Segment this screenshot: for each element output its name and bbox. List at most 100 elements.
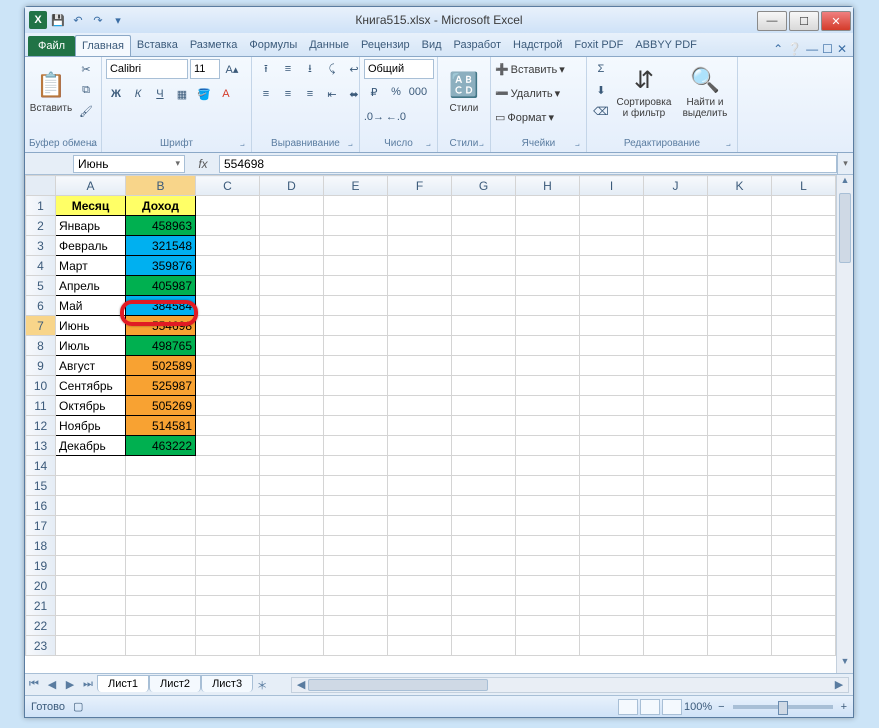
row-header-2[interactable]: 2: [26, 216, 56, 236]
orientation-icon[interactable]: ⤹: [322, 59, 342, 79]
row-header-5[interactable]: 5: [26, 276, 56, 296]
doc-minimize-icon[interactable]: —: [806, 42, 818, 56]
decrease-decimal-icon[interactable]: ←.0: [386, 107, 406, 127]
align-center-icon[interactable]: ≡: [278, 84, 298, 104]
row-header-19[interactable]: 19: [26, 556, 56, 576]
number-format-select[interactable]: [364, 59, 434, 79]
vertical-scrollbar[interactable]: ▲ ▼: [836, 175, 853, 673]
row-header-16[interactable]: 16: [26, 496, 56, 516]
col-header-B[interactable]: B: [126, 176, 196, 196]
vscroll-thumb[interactable]: [839, 193, 851, 263]
name-box[interactable]: Июнь: [73, 155, 185, 173]
decrease-indent-icon[interactable]: ⇤: [322, 84, 342, 104]
scroll-down-icon[interactable]: ▼: [837, 656, 853, 673]
zoom-in-icon[interactable]: +: [841, 701, 847, 713]
row-header-13[interactable]: 13: [26, 436, 56, 456]
cell-B12[interactable]: 514581: [126, 416, 196, 436]
cell-A11[interactable]: Октябрь: [56, 396, 126, 416]
align-bottom-icon[interactable]: ⭳: [300, 59, 320, 79]
row-header-21[interactable]: 21: [26, 596, 56, 616]
redo-icon[interactable]: ↷: [89, 11, 107, 29]
font-size-select[interactable]: [190, 59, 220, 79]
ribbon-tab-разметка[interactable]: Разметка: [184, 35, 244, 56]
col-header-I[interactable]: I: [580, 176, 644, 196]
sheet-nav-prev-icon[interactable]: ◀: [43, 678, 61, 691]
cell-A1[interactable]: Месяц: [56, 196, 126, 216]
align-middle-icon[interactable]: ≡: [278, 59, 298, 79]
formula-input[interactable]: 554698: [219, 155, 837, 173]
zoom-out-icon[interactable]: −: [718, 701, 724, 713]
fill-color-icon[interactable]: 🪣: [194, 84, 214, 104]
copy-icon[interactable]: ⧉: [76, 80, 96, 100]
autosum-icon[interactable]: Σ: [591, 59, 611, 79]
row-header-4[interactable]: 4: [26, 256, 56, 276]
sheet-nav-last-icon[interactable]: ⏭: [79, 678, 97, 691]
increase-decimal-icon[interactable]: .0→: [364, 107, 384, 127]
row-header-14[interactable]: 14: [26, 456, 56, 476]
worksheet-area[interactable]: ABCDEFGHIJKL1МесяцДоход2Январь4589633Фев…: [25, 175, 853, 673]
ribbon-tab-вид[interactable]: Вид: [416, 35, 448, 56]
qat-more-icon[interactable]: ▾: [109, 11, 127, 29]
cell-B5[interactable]: 405987: [126, 276, 196, 296]
row-header-3[interactable]: 3: [26, 236, 56, 256]
cell-A5[interactable]: Апрель: [56, 276, 126, 296]
ribbon-minimize-icon[interactable]: ⌃: [773, 42, 783, 56]
cell-A12[interactable]: Ноябрь: [56, 416, 126, 436]
save-icon[interactable]: 💾: [49, 11, 67, 29]
select-all-cell[interactable]: [26, 176, 56, 196]
ribbon-tab-вставка[interactable]: Вставка: [131, 35, 184, 56]
align-top-icon[interactable]: ⭱: [256, 59, 276, 79]
ribbon-tab-abbyy pdf[interactable]: ABBYY PDF: [629, 35, 703, 56]
doc-close-icon[interactable]: ✕: [837, 42, 847, 56]
cell-B8[interactable]: 498765: [126, 336, 196, 356]
percent-icon[interactable]: %: [386, 82, 406, 102]
sheet-tab-Лист1[interactable]: Лист1: [97, 675, 149, 692]
cell-B1[interactable]: Доход: [126, 196, 196, 216]
cell-A8[interactable]: Июль: [56, 336, 126, 356]
italic-icon[interactable]: К: [128, 84, 148, 104]
comma-icon[interactable]: 000: [408, 82, 428, 102]
row-header-8[interactable]: 8: [26, 336, 56, 356]
align-right-icon[interactable]: ≡: [300, 84, 320, 104]
col-header-H[interactable]: H: [516, 176, 580, 196]
fill-icon[interactable]: ⬇: [591, 80, 611, 100]
row-header-7[interactable]: 7: [26, 316, 56, 336]
hscroll-thumb[interactable]: [308, 679, 488, 691]
ribbon-tab-формулы[interactable]: Формулы: [243, 35, 303, 56]
fx-icon[interactable]: fx: [193, 157, 213, 171]
col-header-D[interactable]: D: [260, 176, 324, 196]
cell-B7[interactable]: 554698: [126, 316, 196, 336]
row-header-10[interactable]: 10: [26, 376, 56, 396]
delete-cells-button[interactable]: ➖Удалить ▾: [495, 83, 582, 104]
horizontal-scrollbar[interactable]: ◀ ▶: [291, 677, 849, 693]
ribbon-tab-надстрой[interactable]: Надстрой: [507, 35, 568, 56]
new-sheet-icon[interactable]: ＊: [253, 677, 271, 693]
cell-B10[interactable]: 525987: [126, 376, 196, 396]
col-header-L[interactable]: L: [772, 176, 836, 196]
page-layout-view-icon[interactable]: [640, 699, 660, 715]
align-left-icon[interactable]: ≡: [256, 84, 276, 104]
cell-A7[interactable]: Июнь: [56, 316, 126, 336]
clear-icon[interactable]: ⌫: [591, 101, 611, 121]
bold-icon[interactable]: Ж: [106, 84, 126, 104]
row-header-12[interactable]: 12: [26, 416, 56, 436]
cell-A10[interactable]: Сентябрь: [56, 376, 126, 396]
sort-filter-button[interactable]: ⇵Сортировка и фильтр: [614, 59, 674, 125]
currency-icon[interactable]: ₽: [364, 82, 384, 102]
row-header-1[interactable]: 1: [26, 196, 56, 216]
maximize-button[interactable]: ☐: [789, 11, 819, 31]
cell-B2[interactable]: 458963: [126, 216, 196, 236]
ribbon-tab-главная[interactable]: Главная: [75, 35, 131, 56]
row-header-11[interactable]: 11: [26, 396, 56, 416]
format-cells-button[interactable]: ▭Формат ▾: [495, 107, 582, 128]
col-header-F[interactable]: F: [388, 176, 452, 196]
col-header-G[interactable]: G: [452, 176, 516, 196]
row-header-9[interactable]: 9: [26, 356, 56, 376]
insert-cells-button[interactable]: ➕Вставить ▾: [495, 59, 582, 80]
cell-A13[interactable]: Декабрь: [56, 436, 126, 456]
cell-A6[interactable]: Май: [56, 296, 126, 316]
page-break-view-icon[interactable]: [662, 699, 682, 715]
ribbon-tab-данные[interactable]: Данные: [303, 35, 355, 56]
cell-B11[interactable]: 505269: [126, 396, 196, 416]
macro-record-icon[interactable]: ▢: [73, 700, 83, 713]
